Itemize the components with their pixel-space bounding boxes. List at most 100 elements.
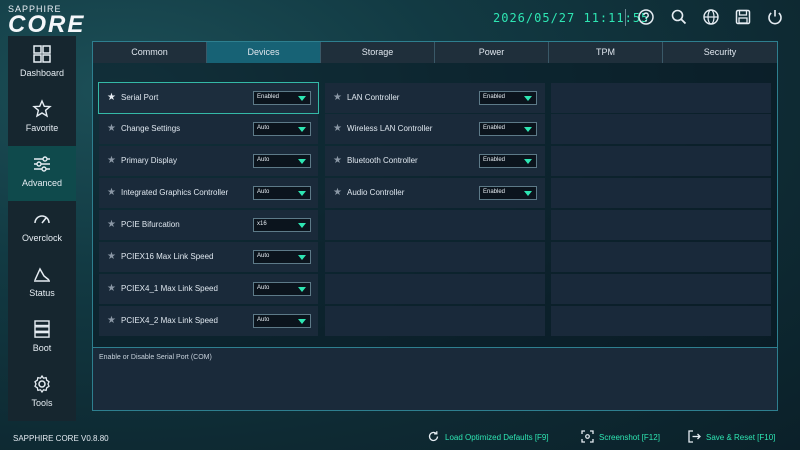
help-icon[interactable] [637,8,655,26]
favorite-star-icon[interactable]: ★ [107,155,116,166]
favorite-star-icon[interactable]: ★ [107,92,116,103]
globe-icon[interactable] [702,8,720,26]
version-label: SAPPHIRE CORE V0.8.80 [13,434,109,443]
setting-row-change-settings[interactable]: ★ Change Settings Auto [99,114,318,144]
empty-row [325,274,545,304]
tab-devices[interactable]: Devices [207,42,321,63]
chevron-down-icon [298,96,306,101]
setting-row-serial-port[interactable]: ★ Serial Port Enabled [98,82,319,114]
setting-dropdown[interactable]: Enabled [253,91,311,105]
boot-icon [32,319,52,339]
chevron-down-icon [524,159,532,164]
gear-icon [32,374,52,394]
gauge-icon [32,209,52,229]
setting-label: PCIE Bifurcation [121,220,180,229]
setting-dropdown[interactable]: Auto [253,186,311,200]
setting-dropdown[interactable]: Enabled [479,154,537,168]
setting-dropdown[interactable]: Enabled [479,122,537,136]
sidebar-item-favorite[interactable]: Favorite [8,91,76,146]
setting-row-integrated-graphics[interactable]: ★ Integrated Graphics Controller Auto [99,178,318,208]
empty-row [551,146,771,176]
save-icon[interactable] [734,8,752,26]
chevron-down-icon [298,255,306,260]
sliders-icon [32,154,52,174]
empty-row [551,178,771,208]
chevron-down-icon [298,319,306,324]
screenshot-label: Screenshot [F12] [599,433,660,442]
setting-label: PCIEX4_1 Max Link Speed [121,284,218,293]
chevron-down-icon [298,127,306,132]
sidebar-item-status[interactable]: Status [8,256,76,311]
sidebar-item-label: Status [29,288,55,298]
setting-dropdown[interactable]: Auto [253,122,311,136]
setting-dropdown[interactable]: x16 [253,218,311,232]
sidebar-item-label: Overclock [21,233,62,243]
chevron-down-icon [524,96,532,101]
favorite-star-icon[interactable]: ★ [333,92,342,103]
exit-icon [688,430,701,443]
setting-dropdown[interactable]: Auto [253,282,311,296]
favorite-star-icon[interactable]: ★ [333,187,342,198]
sidebar-item-label: Boot [32,343,52,353]
favorite-star-icon[interactable]: ★ [333,155,342,166]
chevron-down-icon [298,191,306,196]
dropdown-value: Auto [257,125,270,131]
tab-tpm[interactable]: TPM [549,42,663,63]
setting-dropdown[interactable]: Enabled [479,91,537,105]
tab-common[interactable]: Common [93,42,207,63]
setting-row-pciex4-2-speed[interactable]: ★ PCIEX4_2 Max Link Speed Auto [99,306,318,336]
favorite-star-icon[interactable]: ★ [107,251,116,262]
sidebar-item-label: Favorite [25,123,59,133]
sidebar-item-overclock[interactable]: Overclock [8,201,76,256]
empty-row [551,306,771,336]
power-icon[interactable] [766,8,784,26]
dropdown-value: Enabled [257,94,280,100]
settings-panel: Common Devices Storage Power TPM Securit… [92,41,778,411]
dropdown-value: Auto [257,285,270,291]
tab-storage[interactable]: Storage [321,42,435,63]
setting-dropdown[interactable]: Enabled [479,186,537,200]
setting-dropdown[interactable]: Auto [253,314,311,328]
setting-dropdown[interactable]: Auto [253,250,311,264]
help-text: Enable or Disable Serial Port (COM) [99,354,212,361]
favorite-star-icon[interactable]: ★ [107,123,116,134]
setting-row-audio[interactable]: ★ Audio Controller Enabled [325,178,545,208]
setting-label: PCIEX4_2 Max Link Speed [121,316,218,325]
setting-row-pciex16-speed[interactable]: ★ PCIEX16 Max Link Speed Auto [99,242,318,272]
favorite-star-icon[interactable]: ★ [107,315,116,326]
help-description-panel: Enable or Disable Serial Port (COM) [93,347,777,410]
sidebar-item-advanced[interactable]: Advanced [8,146,76,201]
setting-label: Serial Port [121,93,159,102]
favorite-star-icon[interactable]: ★ [107,283,116,294]
reload-icon [427,430,440,443]
tab-security[interactable]: Security [663,42,777,63]
sidebar: Dashboard Favorite Advanced Overclock St… [8,36,76,421]
sidebar-item-tools[interactable]: Tools [8,366,76,421]
setting-row-lan-controller[interactable]: ★ LAN Controller Enabled [325,83,545,113]
chevron-down-icon [298,287,306,292]
sidebar-item-label: Dashboard [19,68,65,78]
dashboard-icon [32,44,52,64]
favorite-star-icon[interactable]: ★ [107,187,116,198]
empty-row [551,242,771,272]
empty-row [551,114,771,144]
setting-row-pcie-bifurcation[interactable]: ★ PCIE Bifurcation x16 [99,210,318,240]
setting-row-wireless-lan[interactable]: ★ Wireless LAN Controller Enabled [325,114,545,144]
setting-label: Integrated Graphics Controller [121,188,229,197]
sidebar-item-dashboard[interactable]: Dashboard [8,36,76,91]
favorite-star-icon[interactable]: ★ [107,219,116,230]
tab-power[interactable]: Power [435,42,549,63]
setting-row-primary-display[interactable]: ★ Primary Display Auto [99,146,318,176]
dropdown-value: Auto [257,253,270,259]
dropdown-value: Enabled [483,157,506,163]
empty-row [551,210,771,240]
setting-row-bluetooth[interactable]: ★ Bluetooth Controller Enabled [325,146,545,176]
save-reset-label: Save & Reset [F10] [706,433,776,442]
setting-dropdown[interactable]: Auto [253,154,311,168]
tab-bar: Common Devices Storage Power TPM Securit… [93,42,777,63]
search-icon[interactable] [670,8,688,26]
sidebar-item-boot[interactable]: Boot [8,311,76,366]
setting-row-pciex4-1-speed[interactable]: ★ PCIEX4_1 Max Link Speed Auto [99,274,318,304]
dropdown-value: Enabled [483,189,506,195]
favorite-star-icon[interactable]: ★ [333,123,342,134]
